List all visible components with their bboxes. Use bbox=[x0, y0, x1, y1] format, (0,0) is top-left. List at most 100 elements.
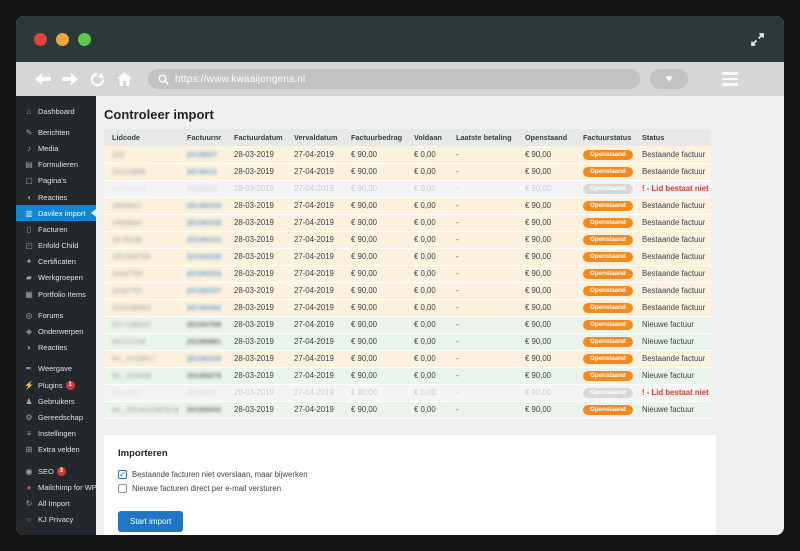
sidebar-item-mailchimp-for-wp[interactable]: ● Mailchimp for WP bbox=[16, 479, 96, 495]
sidebar-item-werkgroepen[interactable]: ▰ Werkgroepen bbox=[16, 270, 96, 286]
cell-lidcode: 104248663 bbox=[104, 299, 179, 317]
sidebar-item-gebruikers[interactable]: ♟ Gebruikers bbox=[16, 393, 96, 409]
cell-factuurnr: 20190234 bbox=[179, 197, 226, 215]
factuurstatus-badge: Openstaand bbox=[583, 234, 633, 246]
invoice-row[interactable]: 162 2019007 28-03-2019 27-04-2019 € 90,00 € 0… bbox=[104, 146, 711, 164]
cell-factuurnr: 20190253 bbox=[179, 265, 226, 283]
bookmark-heart-button[interactable]: ♥ bbox=[650, 69, 688, 89]
invoice-row[interactable]: 101298758 20190248 28-03-2019 27-04-2019 € 9… bbox=[104, 248, 711, 266]
portfolio-icon: ▦ bbox=[25, 289, 33, 299]
cell-factuurbedrag: € 90,00 bbox=[343, 384, 406, 402]
sidebar-item-reacties[interactable]: ◗ Reacties bbox=[16, 340, 96, 356]
invoice-row[interactable]: 16114888 2019012 28-03-2019 27-04-2019 € 90,… bbox=[104, 163, 711, 181]
invoice-row[interactable]: NL_20UA31AK5234 20190843 28-03-2019 27-04-2… bbox=[104, 401, 711, 419]
close-window-button[interactable] bbox=[34, 32, 47, 46]
redacted-value: 2019017 bbox=[187, 390, 218, 397]
column-header-factuurnr: Factuurnr bbox=[179, 129, 226, 146]
cell-factuurstatus: Openstaand bbox=[575, 316, 634, 334]
table-header-row: Lidcode Factuurnr Factuurdatum Vervaldatum F… bbox=[104, 129, 711, 146]
cell-openstaand: € 90,00 bbox=[517, 197, 575, 215]
sidebar-item-media[interactable]: ♪ Media bbox=[16, 140, 96, 156]
start-import-button[interactable]: Start import bbox=[118, 510, 184, 532]
invoice-row[interactable]: GV-138542 20190768 28-03-2019 27-04-2019 € 9… bbox=[104, 316, 711, 334]
cell-vervaldatum: 27-04-2019 bbox=[286, 333, 343, 351]
invoice-row[interactable]: 1659842 20190238 28-03-2019 27-04-2019 € 90,… bbox=[104, 214, 711, 232]
checkbox-row-email-new[interactable]: Nieuwe facturen direct per e-mail verstu… bbox=[118, 483, 702, 493]
invoice-row[interactable]: 1675038 20190243 28-03-2019 27-04-2019 € 90,… bbox=[104, 231, 711, 249]
invoice-row[interactable]: NL_202698 20190879 28-03-2019 27-04-2019 € 9… bbox=[104, 367, 711, 385]
minimize-window-button[interactable] bbox=[56, 32, 69, 46]
sidebar-item-forums[interactable]: ◎ Forums bbox=[16, 307, 96, 323]
redacted-value: 104248663 bbox=[112, 305, 151, 312]
browser-menu-button[interactable] bbox=[722, 72, 738, 86]
cell-factuurdatum: 28-03-2019 bbox=[226, 197, 286, 215]
forward-button[interactable] bbox=[59, 68, 81, 90]
address-bar[interactable]: https://www.kwaaijongens.nl bbox=[148, 69, 640, 89]
cell-factuurdatum: 28-03-2019 bbox=[226, 163, 286, 181]
sidebar-item-weergave[interactable]: ✒ Weergave bbox=[16, 361, 96, 377]
invoice-row[interactable]: 104248663 20190262 28-03-2019 27-04-2019 € 9… bbox=[104, 299, 711, 317]
cell-vervaldatum: 27-04-2019 bbox=[286, 350, 343, 368]
cell-voldaan: € 0,00 bbox=[406, 197, 448, 215]
sidebar-item-kj-privacy[interactable]: ○ KJ Privacy bbox=[16, 512, 96, 528]
seo-icon: ◉ bbox=[25, 466, 33, 476]
cell-openstaand: € 90,00 bbox=[517, 316, 575, 334]
sidebar-item-formulieren[interactable]: ▤ Formulieren bbox=[16, 157, 96, 173]
cell-factuurnr: 20190238 bbox=[179, 214, 226, 232]
cell-openstaand: € 90,00 bbox=[517, 146, 575, 164]
sidebar-item-label: Berichten bbox=[38, 127, 70, 137]
reload-button[interactable] bbox=[86, 68, 108, 90]
cell-status: Nieuwe factuur bbox=[634, 316, 711, 334]
cell-openstaand: € 90,00 bbox=[517, 282, 575, 300]
redacted-value: NL_202698 bbox=[112, 373, 152, 380]
invoice-row[interactable]: 2019327 2019017 28-03-2019 27-04-2019 € 90,0… bbox=[104, 384, 711, 402]
sidebar-item-dashboard[interactable]: ⌂ Dashboard bbox=[16, 103, 96, 119]
cell-factuurdatum: 28-03-2019 bbox=[226, 333, 286, 351]
invoice-row[interactable]: 1632759 20190253 28-03-2019 27-04-2019 € 90,… bbox=[104, 265, 711, 283]
sidebar-item-reacties[interactable]: ◖ Reacties bbox=[16, 189, 96, 205]
sidebar-item-portfolio-items[interactable]: ▦ Portfolio Items bbox=[16, 286, 96, 302]
sidebar-item-extra-velden[interactable]: ⊞ Extra velden bbox=[16, 442, 96, 458]
cell-status: Bestaande factuur bbox=[634, 146, 711, 164]
sidebar-item-certificaten[interactable]: ✦ Certificaten bbox=[16, 254, 96, 270]
invoice-row[interactable]: 1659847 20190234 28-03-2019 27-04-2019 € 90,… bbox=[104, 197, 711, 215]
invoice-row[interactable]: 16114602 2019018 28-03-2019 27-04-2019 € 90,… bbox=[104, 180, 711, 198]
invoice-row[interactable]: 09121138 20190881 28-03-2019 27-04-2019 € 90… bbox=[104, 333, 711, 351]
invoice-row[interactable]: 1632755 20190257 28-03-2019 27-04-2019 € 90,… bbox=[104, 282, 711, 300]
maximize-window-button[interactable] bbox=[78, 32, 91, 46]
cell-factuurnr: 20190843 bbox=[179, 401, 226, 419]
redacted-value: 16114602 bbox=[112, 186, 146, 193]
cell-voldaan: € 0,00 bbox=[406, 282, 448, 300]
update-existing-checkbox[interactable]: ✓ bbox=[118, 469, 127, 479]
checkbox-row-update-existing[interactable]: ✓ Bestaande facturen niet overslaan, maa… bbox=[118, 469, 702, 479]
sidebar-item-enfold-child[interactable]: ◰ Enfold Child bbox=[16, 238, 96, 254]
sidebar-item-instellingen[interactable]: ≡ Instellingen bbox=[16, 426, 96, 442]
redacted-value: 20190257 bbox=[187, 288, 222, 295]
sidebar-item-facturen[interactable]: ▯ Facturen bbox=[16, 221, 96, 237]
sidebar-item-all-import[interactable]: ↻ All Import bbox=[16, 495, 96, 511]
sidebar-item-onderwerpen[interactable]: ◈ Onderwerpen bbox=[16, 323, 96, 339]
sidebar-item-label: Plugins bbox=[38, 380, 63, 390]
sidebar-item-plugins[interactable]: ⚡ Plugins 1 bbox=[16, 377, 96, 393]
sidebar-item-davilex-import[interactable]: ▥ Davilex import bbox=[16, 205, 96, 222]
email-new-invoices-checkbox[interactable] bbox=[118, 483, 127, 493]
fullscreen-expand-icon[interactable] bbox=[749, 31, 766, 48]
sidebar-item-gereedschap[interactable]: ⚙ Gereedschap bbox=[16, 409, 96, 425]
redacted-value: 20190881 bbox=[187, 339, 222, 346]
cell-laatste-betaling: - bbox=[448, 401, 517, 419]
cell-vervaldatum: 27-04-2019 bbox=[286, 231, 343, 249]
home-button[interactable] bbox=[113, 68, 135, 90]
back-button[interactable] bbox=[32, 68, 54, 90]
sidebar-item-label: Formulieren bbox=[38, 160, 79, 170]
cell-voldaan: € 0,00 bbox=[406, 333, 448, 351]
cell-laatste-betaling: - bbox=[448, 214, 517, 232]
redacted-value: 20190843 bbox=[187, 407, 222, 414]
column-header-factuurdatum: Factuurdatum bbox=[226, 129, 286, 146]
cell-factuurdatum: 28-03-2019 bbox=[226, 146, 286, 164]
sidebar-item-seo[interactable]: ◉ SEO 3 bbox=[16, 463, 96, 479]
sidebar-item-label: Onderwerpen bbox=[38, 327, 84, 337]
sidebar-item-pagina-s[interactable]: ▢ Pagina's bbox=[16, 173, 96, 189]
invoice-row[interactable]: NL_2019817 20190249 28-03-2019 27-04-2019 € … bbox=[104, 350, 711, 368]
sidebar-item-berichten[interactable]: ✎ Berichten bbox=[16, 124, 96, 140]
column-header-openstaand: Openstaand bbox=[517, 129, 575, 146]
